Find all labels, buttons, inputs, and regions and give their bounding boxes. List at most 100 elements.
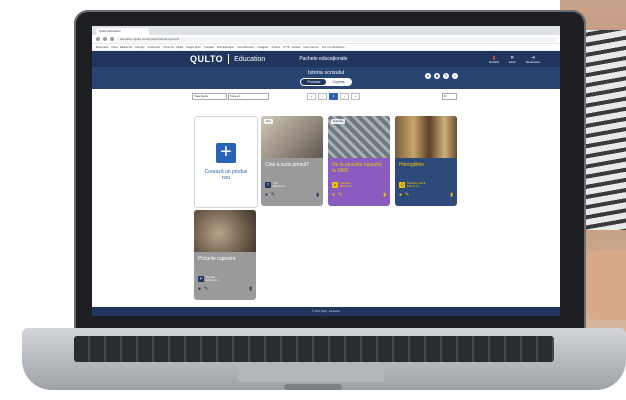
product-meta-text: Întrebare cultură Editura 1.0 bbox=[407, 182, 425, 188]
reload-icon[interactable] bbox=[110, 37, 114, 41]
section-title: Education bbox=[234, 55, 266, 63]
logout-button[interactable]: ⇥ Deconectare bbox=[526, 55, 540, 64]
view-toggle: Produse Cuprins bbox=[300, 78, 352, 86]
forward-icon[interactable] bbox=[103, 37, 107, 41]
brand-divider bbox=[228, 54, 230, 64]
app-header: QULTO Education Pachete educaționale ▮ R… bbox=[92, 51, 560, 67]
bookmark-item[interactable]: Customizer bbox=[148, 46, 161, 49]
quiz-type-icon: Q bbox=[399, 182, 405, 188]
product-card[interactable]: Hieroglifele Q Întrebare cultură Editura … bbox=[395, 116, 457, 206]
product-title: De la picturile rupestre la SMS bbox=[332, 162, 383, 174]
bookmark-item[interactable]: Google Drive bbox=[186, 46, 201, 49]
edit-icon[interactable]: ✎ bbox=[338, 192, 342, 198]
package-actions: ● ◉ ✎ ▪ bbox=[425, 73, 458, 79]
preview-icon[interactable]: ● bbox=[332, 192, 335, 198]
edit-icon[interactable]: ✎ bbox=[204, 286, 208, 292]
per-page-select[interactable]: 10 bbox=[442, 93, 457, 100]
product-thumbnail bbox=[395, 116, 457, 158]
type-filter-select[interactable]: Toate tipurile bbox=[192, 93, 227, 100]
product-actions: ● ✎ ▮ bbox=[194, 282, 256, 292]
product-type-tag: Activitate bbox=[331, 119, 346, 124]
product-card[interactable]: Activitate De la picturile rupestre la S… bbox=[328, 116, 390, 206]
back-icon[interactable] bbox=[96, 37, 100, 41]
trash-icon[interactable]: ▮ bbox=[450, 192, 453, 198]
tab-cuprins[interactable]: Cuprins bbox=[326, 79, 350, 85]
edit-icon[interactable]: ✎ bbox=[405, 192, 409, 198]
product-meta-text: Poveste Editura 1.1 bbox=[206, 276, 218, 282]
text-type-icon: T bbox=[265, 182, 271, 188]
preview-icon[interactable]: ● bbox=[399, 192, 402, 198]
product-edition-label: Editura 1.0 bbox=[407, 185, 420, 188]
delete-icon[interactable]: ▪ bbox=[452, 73, 458, 79]
product-type-tag: Text bbox=[264, 119, 273, 124]
first-page-button[interactable]: « bbox=[307, 93, 316, 100]
page-footer: © 2021 Qulto · Education bbox=[92, 307, 560, 316]
product-actions: ● ✎ ▮ bbox=[395, 188, 457, 198]
create-product-label: Creează un produs nou bbox=[204, 169, 248, 181]
last-page-button[interactable]: » bbox=[351, 93, 360, 100]
product-meta-text: Activitate Editura 1.0 bbox=[340, 182, 352, 188]
filters-bar: Toate tipurile Toate ed... « ‹ 1 › » 10 bbox=[92, 89, 560, 101]
browser-tab-strip: Quilto Education bbox=[92, 26, 560, 35]
tab-produse[interactable]: Produse bbox=[301, 79, 327, 85]
brand-logo[interactable]: QULTO bbox=[190, 54, 223, 64]
prev-page-button[interactable]: ‹ bbox=[318, 93, 327, 100]
bookmark-item[interactable]: PTTP - website bbox=[283, 46, 300, 49]
browser-tab[interactable]: Quilto Education bbox=[96, 28, 149, 35]
package-title: Istoria scrisului bbox=[307, 70, 345, 76]
browser-url-bar: education.quilto.com/product/istoria-scr… bbox=[92, 35, 560, 44]
bookmark-item[interactable]: Web Education bbox=[217, 46, 234, 49]
chat-icon[interactable]: ● bbox=[425, 73, 431, 79]
packages-link[interactable]: Pachete educaționale bbox=[299, 56, 347, 62]
language-button[interactable]: ▮ Română bbox=[489, 55, 498, 64]
logout-label: Deconectare bbox=[525, 60, 540, 64]
product-edition-label: Editura 1.0 bbox=[340, 185, 353, 188]
bookmark-item[interactable]: Edit app bbox=[135, 46, 144, 49]
laptop-screen: Quilto Education education.quilto.com/pr… bbox=[92, 26, 560, 316]
product-card[interactable]: Text Cine a scris primul? T Text Editura … bbox=[261, 116, 323, 206]
product-title: Hieroglifele bbox=[399, 162, 425, 168]
bookmark-item[interactable]: Log in to WordPress bbox=[322, 46, 345, 49]
product-title: Picturile rupestre bbox=[198, 256, 236, 262]
product-meta-text: Text Editura 1.1 bbox=[273, 182, 285, 188]
page-1-button[interactable]: 1 bbox=[329, 93, 338, 100]
product-edition-label: Editura 1.1 bbox=[273, 185, 286, 188]
laptop-trackpad bbox=[238, 366, 384, 382]
bookmark-item[interactable]: Inbox - Mailbox Ro bbox=[112, 46, 133, 49]
edition-filter-select[interactable]: Toate ed... bbox=[228, 93, 269, 100]
product-card[interactable]: Picturile rupestre P Poveste Editura 1.1 … bbox=[194, 210, 256, 300]
preview-icon[interactable]: ● bbox=[265, 192, 268, 198]
product-title: Cine a scris primul? bbox=[265, 162, 309, 168]
activity-type-icon: A bbox=[332, 182, 338, 188]
edit-icon[interactable]: ✎ bbox=[443, 73, 449, 79]
product-thumbnail: Activitate bbox=[328, 116, 390, 158]
url-input[interactable]: education.quilto.com/product/istoria-scr… bbox=[117, 36, 556, 42]
edit-icon[interactable]: ✎ bbox=[271, 192, 275, 198]
trash-icon[interactable]: ▮ bbox=[383, 192, 386, 198]
admin-button[interactable]: ✕ Admin bbox=[509, 55, 516, 64]
plus-icon: + bbox=[216, 142, 236, 163]
package-subheader: Istoria scrisului Produse Cuprins ● ◉ ✎ … bbox=[92, 67, 560, 89]
bookmark-item[interactable]: Home Go - Digital bbox=[163, 46, 183, 49]
trash-icon[interactable]: ▮ bbox=[249, 286, 252, 292]
next-page-button[interactable]: › bbox=[340, 93, 349, 100]
bookmarks-bar: Bookmarks Inbox - Mailbox Ro Edit app Custo… bbox=[92, 44, 560, 51]
bookmark-item[interactable]: Bookmarks bbox=[96, 46, 109, 49]
bookmark-item[interactable]: Product bbox=[272, 46, 281, 49]
admin-label: Admin bbox=[508, 60, 516, 64]
product-edition-label: Editura 1.1 bbox=[206, 279, 219, 282]
trash-icon[interactable]: ▮ bbox=[316, 192, 319, 198]
product-actions: ● ✎ ▮ bbox=[328, 188, 390, 198]
story-type-icon: P bbox=[198, 276, 204, 282]
product-thumbnail: Text bbox=[261, 116, 323, 158]
bookmark-item[interactable]: Instagram bbox=[257, 46, 268, 49]
share-icon[interactable]: ◉ bbox=[434, 73, 440, 79]
bookmark-item[interactable]: Translate bbox=[204, 46, 214, 49]
language-label: Română bbox=[489, 60, 499, 64]
bookmark-item[interactable]: Cloud Browsing bbox=[237, 46, 255, 49]
pagination: « ‹ 1 › » bbox=[307, 93, 360, 100]
header-actions: ▮ Română ✕ Admin ⇥ Deconectare bbox=[489, 55, 540, 64]
create-product-card[interactable]: + Creează un produs nou bbox=[194, 116, 258, 208]
preview-icon[interactable]: ● bbox=[198, 286, 201, 292]
bookmark-item[interactable]: Learn quizzes bbox=[303, 46, 319, 49]
